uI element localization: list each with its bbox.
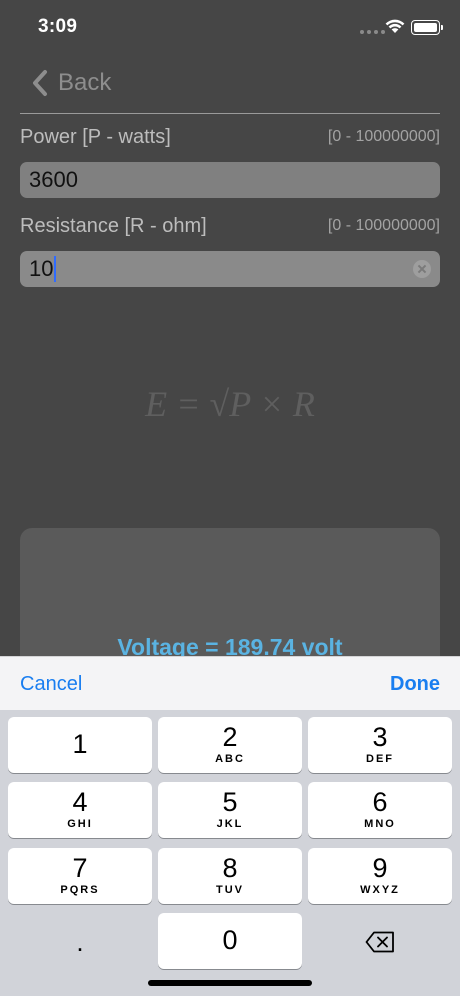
- key-8[interactable]: 8 TUV: [158, 848, 302, 904]
- nav-divider: [20, 113, 440, 114]
- home-indicator: [148, 980, 312, 986]
- resistance-range: [0 - 100000000]: [327, 217, 440, 234]
- key-3[interactable]: 3 DEF: [308, 717, 452, 773]
- status-time: 3:09: [38, 16, 78, 37]
- key-4[interactable]: 4 GHI: [8, 782, 152, 838]
- key-digit: 2: [222, 722, 238, 752]
- key-digit: 1: [72, 729, 88, 759]
- battery-icon: [411, 20, 443, 35]
- key-6[interactable]: 6 MNO: [308, 782, 452, 838]
- key-decimal[interactable]: .: [8, 913, 152, 969]
- key-5[interactable]: 5 JKL: [158, 782, 302, 838]
- key-letters: TUV: [216, 884, 244, 896]
- key-letters: DEF: [366, 753, 394, 765]
- clear-icon[interactable]: [413, 260, 431, 278]
- resistance-value: 10: [29, 256, 54, 281]
- power-value: 3600: [29, 167, 78, 192]
- formula: E = √P × R: [145, 384, 315, 424]
- decimal-glyph: .: [76, 927, 84, 957]
- key-digit: 7: [72, 853, 88, 883]
- key-digit: 8: [222, 853, 238, 883]
- back-label: Back: [58, 69, 112, 96]
- cancel-button[interactable]: Cancel: [20, 673, 82, 696]
- backspace-icon: [365, 931, 394, 953]
- back-button[interactable]: Back: [30, 68, 111, 98]
- key-digit: 6: [372, 787, 388, 817]
- power-range: [0 - 100000000]: [327, 128, 440, 145]
- power-input[interactable]: 3600: [20, 162, 440, 198]
- text-cursor: [54, 255, 57, 282]
- numeric-keypad: 1 2 ABC 3 DEF 4 GHI 5 JKL 6 MNO 7 PQRS 8…: [0, 710, 460, 996]
- done-button[interactable]: Done: [390, 673, 440, 696]
- key-letters: WXYZ: [360, 884, 400, 896]
- chevron-left-icon: [33, 70, 47, 96]
- key-digit: 4: [72, 787, 88, 817]
- key-digit: 0: [222, 925, 238, 955]
- key-letters: ABC: [215, 753, 245, 765]
- resistance-input[interactable]: 10: [20, 251, 440, 287]
- wifi-icon: [385, 19, 405, 33]
- status-bar: 3:09: [0, 0, 460, 56]
- navigation-bar: Back: [0, 60, 460, 112]
- key-digit: 9: [372, 853, 388, 883]
- cellular-signal-icon: [360, 30, 385, 34]
- key-0[interactable]: 0: [158, 913, 302, 969]
- delete-key[interactable]: [308, 913, 452, 969]
- key-2[interactable]: 2 ABC: [158, 717, 302, 773]
- key-digit: 5: [222, 787, 238, 817]
- key-letters: GHI: [67, 818, 93, 830]
- key-digit: 3: [372, 722, 388, 752]
- key-letters: PQRS: [60, 884, 100, 896]
- resistance-label: Resistance [R - ohm]: [20, 215, 207, 237]
- power-label: Power [P - watts]: [20, 126, 171, 148]
- key-9[interactable]: 9 WXYZ: [308, 848, 452, 904]
- key-letters: JKL: [216, 818, 244, 830]
- key-7[interactable]: 7 PQRS: [8, 848, 152, 904]
- keyboard-toolbar: Cancel Done: [0, 656, 460, 710]
- key-1[interactable]: 1: [8, 717, 152, 773]
- key-letters: MNO: [364, 818, 396, 830]
